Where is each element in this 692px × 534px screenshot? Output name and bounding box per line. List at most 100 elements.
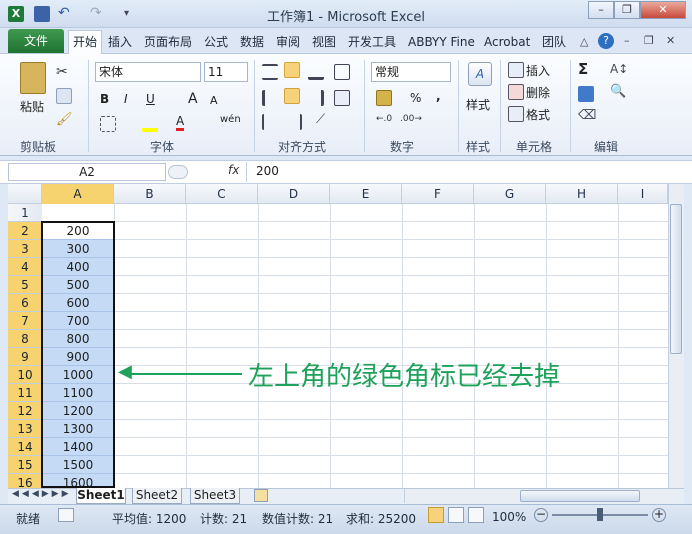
tab-home[interactable]: 开始 [68,30,103,54]
number-format-select[interactable]: 常规 [371,62,451,82]
tab-insert[interactable]: 插入 [108,33,132,51]
delete-cells-icon[interactable] [508,84,524,100]
column-header-b[interactable]: B [114,184,186,204]
align-right-icon[interactable] [308,90,324,106]
column-header-i[interactable]: I [618,184,668,204]
clear-icon[interactable]: ⌫ [578,108,596,123]
close-button[interactable]: ✕ [640,1,686,19]
copy-icon[interactable] [56,88,72,104]
row-header[interactable]: 13 [8,420,42,438]
restore-button[interactable]: ❐ [614,1,640,19]
tab-team[interactable]: 团队 [542,33,566,51]
row-header[interactable]: 8 [8,330,42,348]
column-header-a[interactable]: A [42,184,114,204]
help-icon[interactable]: ? [598,33,614,49]
cell-a15[interactable]: 1500 [42,456,114,474]
insert-function-button[interactable]: fx [228,163,239,177]
file-tab[interactable]: 文件 [8,29,64,53]
percent-button[interactable]: % [410,91,421,105]
italic-button[interactable]: I [124,92,128,106]
merge-center-icon[interactable] [334,90,350,106]
insert-cells-button[interactable]: 插入 [526,62,550,79]
styles-button[interactable]: 样式 [466,96,490,113]
row-header[interactable]: 1 [8,204,42,222]
formula-expand-icon[interactable] [168,165,188,179]
tab-developer[interactable]: 开发工具 [348,33,396,51]
format-painter-icon[interactable]: 🖌 [56,112,73,127]
row-header[interactable]: 4 [8,258,42,276]
column-header-d[interactable]: D [258,184,330,204]
decrease-decimal-icon[interactable]: .00→ [400,114,422,124]
autosum-icon[interactable]: Σ [578,60,588,78]
find-select-icon[interactable]: 🔍 [610,84,626,99]
sheet-tab-2[interactable]: Sheet2 [132,488,182,504]
zoom-in-icon[interactable]: + [652,508,666,522]
sheet-nav-icons[interactable]: ◀◀◀▶▶▶ [12,489,72,499]
row-header[interactable]: 12 [8,402,42,420]
align-bottom-icon[interactable] [308,64,324,80]
cell-a5[interactable]: 500 [42,276,114,294]
row-header[interactable]: 5 [8,276,42,294]
zoom-out-icon[interactable]: − [534,508,548,522]
insert-sheet-icon[interactable] [254,489,268,502]
wrap-text-icon[interactable] [334,64,350,80]
tab-acrobat[interactable]: Acrobat [484,33,530,51]
font-name-select[interactable]: 宋体 [95,62,201,82]
workbook-close-icon[interactable]: ✕ [666,34,675,47]
tab-formulas[interactable]: 公式 [204,33,228,51]
formula-input[interactable]: 200 [256,164,279,178]
underline-button[interactable]: U [146,92,155,106]
cell-a10[interactable]: 1000 [42,366,114,384]
row-header[interactable]: 9 [8,348,42,366]
name-box[interactable]: A2 [8,163,166,181]
currency-icon[interactable] [376,90,392,106]
paste-icon[interactable] [20,62,46,94]
font-color-button[interactable]: A [176,114,185,131]
select-all-corner[interactable] [8,184,42,204]
shrink-font-button[interactable]: A [210,94,218,107]
row-header[interactable]: 10 [8,366,42,384]
decrease-indent-icon[interactable] [262,114,278,130]
cell-a3[interactable]: 300 [42,240,114,258]
sheet-tab-1[interactable]: Sheet1 [76,488,126,504]
row-header[interactable]: 14 [8,438,42,456]
column-header-g[interactable]: G [474,184,546,204]
tab-abbyy[interactable]: ABBYY Fine [408,33,475,51]
format-cells-button[interactable]: 格式 [526,106,550,123]
column-header-c[interactable]: C [186,184,258,204]
tab-view[interactable]: 视图 [312,33,336,51]
zoom-level[interactable]: 100% [492,510,526,524]
sheet-tab-3[interactable]: Sheet3 [190,488,240,504]
delete-cells-button[interactable]: 删除 [526,84,550,101]
orientation-icon[interactable]: ⟋ [316,112,325,127]
cell-a13[interactable]: 1300 [42,420,114,438]
column-header-h[interactable]: H [546,184,618,204]
row-header[interactable]: 3 [8,240,42,258]
row-header[interactable]: 6 [8,294,42,312]
insert-cells-icon[interactable] [508,62,524,78]
paste-button[interactable]: 粘贴 [20,98,44,115]
format-cells-icon[interactable] [508,106,524,122]
page-break-view-icon[interactable] [468,507,484,523]
font-size-select[interactable]: 11 [204,62,248,82]
align-top-icon[interactable] [262,64,278,80]
zoom-slider-thumb[interactable] [597,508,603,521]
phonetic-button[interactable]: wén [220,114,241,125]
tab-page-layout[interactable]: 页面布局 [144,33,192,51]
workbook-restore-icon[interactable]: ❐ [644,34,654,47]
sort-filter-icon[interactable]: A↕ [610,62,628,76]
increase-decimal-icon[interactable]: ←.0 [376,114,392,124]
macro-record-icon[interactable] [58,508,74,522]
border-icon[interactable] [100,116,116,132]
cell-a12[interactable]: 1200 [42,402,114,420]
cell-a8[interactable]: 800 [42,330,114,348]
align-middle-icon[interactable] [284,62,300,78]
bold-button[interactable]: B [100,92,109,106]
align-center-icon[interactable] [284,88,300,104]
cell-a4[interactable]: 400 [42,258,114,276]
fill-color-icon[interactable] [142,116,158,132]
horizontal-scroll-thumb[interactable] [520,490,640,502]
column-header-e[interactable]: E [330,184,402,204]
row-header[interactable]: 15 [8,456,42,474]
comma-button[interactable]: , [436,89,441,103]
